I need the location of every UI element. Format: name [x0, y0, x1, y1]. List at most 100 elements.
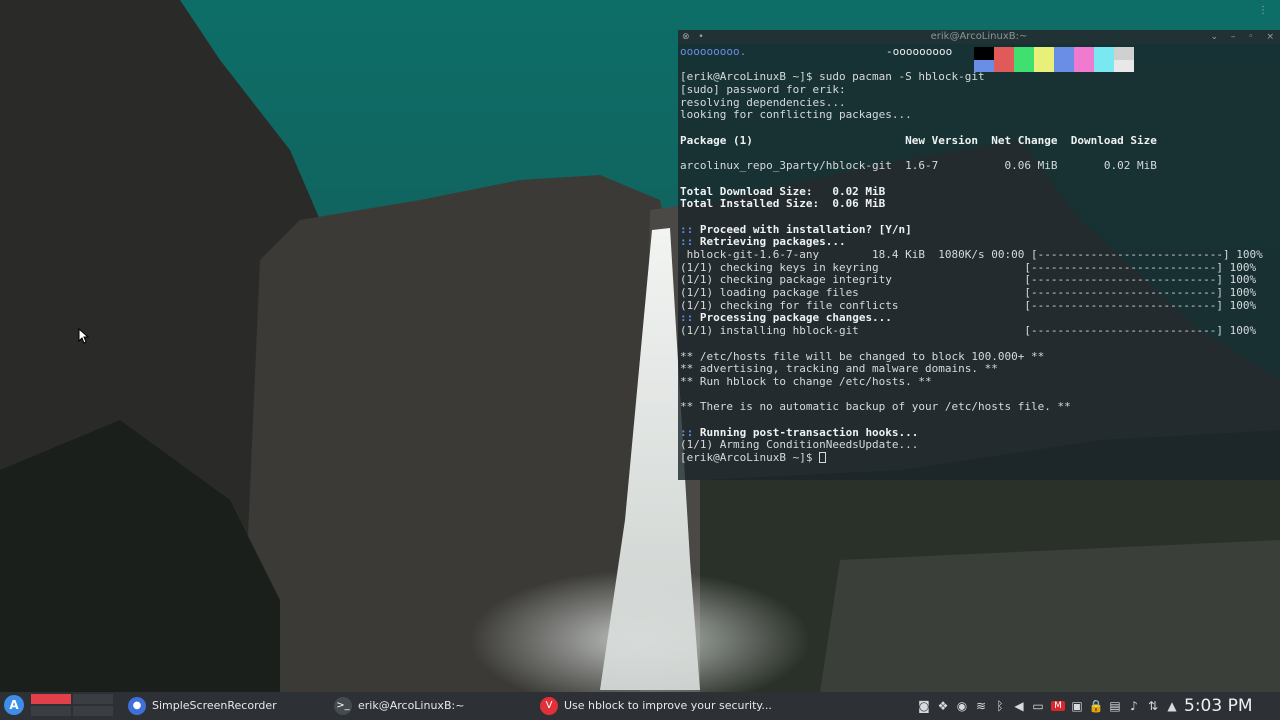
terminal-line-text: Proceed with installation? [Y/n] — [699, 222, 912, 236]
terminal-line-text: [erik@ArcoLinuxB ~]$ — [680, 451, 820, 464]
mouse-cursor-icon — [78, 328, 90, 344]
terminal-line-text: Processing package changes... — [699, 311, 892, 325]
task-label: Use hblock to improve your security... — [564, 699, 772, 712]
palette-swatch — [1034, 47, 1054, 60]
terminal-line-text: ** advertising, tracking and malware dom… — [680, 362, 998, 376]
terminal-window[interactable]: ⊗ • erik@ArcoLinuxB:~ ⌄ – ◦ × ooooooooo.… — [678, 30, 1280, 480]
neofetch-output: ooooooooo. -ooooooooo — [680, 45, 1280, 72]
palette-swatch — [1074, 47, 1094, 60]
palette-swatch — [1014, 59, 1034, 72]
terminal-line-text: [sudo] password for erik: — [680, 83, 846, 97]
terminal-line-text: arcolinux_repo_3party/hblock-git 1.6-7 0… — [680, 159, 1157, 173]
palette-swatch — [974, 59, 994, 72]
dropbox-icon[interactable]: ❖ — [934, 699, 952, 713]
terminal-line-text: (1/1) checking for file conflicts [-----… — [680, 298, 1257, 312]
palette-swatch — [1094, 59, 1114, 72]
terminal-titlebar[interactable]: ⊗ • erik@ArcoLinuxB:~ ⌄ – ◦ × — [678, 30, 1280, 44]
speaker-icon[interactable]: ♪ — [1125, 699, 1143, 713]
lock-icon[interactable]: 🔒 — [1087, 699, 1105, 713]
palette-swatch — [994, 59, 1014, 72]
vivaldi-icon: V — [540, 697, 558, 715]
keep-above-icon[interactable]: ⌄ — [1210, 32, 1218, 42]
clock[interactable]: 5:03 PM — [1184, 692, 1253, 720]
clipboard-icon[interactable]: ▤ — [1106, 699, 1124, 713]
volume-icon[interactable]: ◀ — [1010, 699, 1028, 713]
expand-tray-icon[interactable]: ▲ — [1163, 699, 1181, 713]
desktop-4[interactable] — [72, 705, 114, 717]
neofetch-logo-text: ooooooooo. — [680, 45, 747, 58]
terminal-line-text: (1/1) loading package files [-----------… — [680, 286, 1257, 300]
maximize-icon[interactable]: ◦ — [1248, 32, 1253, 42]
terminal-line-text: (1/1) checking package integrity [------… — [680, 273, 1257, 287]
palette-swatch — [1114, 59, 1134, 72]
desktop-2[interactable] — [72, 693, 114, 705]
prompt-prefix: :: — [680, 235, 700, 249]
palette-swatch — [974, 47, 994, 60]
task-label: erik@ArcoLinuxB:~ — [358, 699, 465, 712]
system-tray: ◙ ❖ ◉ ≋ ᛒ ◀ ▭ M ▣ 🔒 ▤ ♪ ⇅ ▲ — [915, 692, 1182, 720]
terminal-line: arcolinux_repo_3party/hblock-git 1.6-7 0… — [680, 159, 1280, 173]
prompt-prefix: :: — [680, 222, 700, 236]
task-label: SimpleScreenRecorder — [152, 699, 277, 712]
close-icon[interactable]: × — [1266, 32, 1274, 42]
screen-recorder-icon: ● — [128, 697, 146, 715]
palette-swatch — [1034, 59, 1054, 72]
prompt-prefix: :: — [680, 311, 700, 325]
terminal-line-text: ** /etc/hosts file will be changed to bl… — [680, 349, 1045, 363]
palette-swatch — [1074, 59, 1094, 72]
desktop-3[interactable] — [30, 705, 72, 717]
terminal-line: Package (1) New Version Net Change Downl… — [680, 133, 1280, 148]
taskbar: A ● SimpleScreenRecorder >_ erik@ArcoLinuxB… — [0, 692, 1280, 720]
terminal-line-text: ** Run hblock to change /etc/hosts. ** — [680, 374, 932, 388]
discord-icon[interactable]: ◙ — [915, 699, 933, 713]
chat-icon[interactable]: ◉ — [953, 699, 971, 713]
virtual-desktop-pager[interactable] — [30, 693, 116, 717]
terminal-line-text: Running post-transaction hooks... — [699, 425, 919, 439]
color-palette — [974, 47, 1134, 72]
desktop-toolbox-button[interactable]: ⋮ — [1256, 4, 1270, 18]
terminal-line-text: Retrieving packages... — [699, 235, 846, 249]
terminal-line-text: Total Installed Size: 0.06 MiB — [680, 197, 886, 211]
terminal-lines: [erik@ArcoLinuxB ~]$ sudo pacman -S hblo… — [680, 59, 1280, 465]
terminal-line: looking for conflicting packages... — [680, 109, 1280, 122]
terminal-line: ** Run hblock to change /etc/hosts. ** — [680, 374, 1280, 389]
palette-swatch — [1014, 47, 1034, 60]
updates-icon[interactable]: ⇅ — [1144, 699, 1162, 713]
terminal-title: erik@ArcoLinuxB:~ — [930, 31, 1028, 42]
kde-connect-icon[interactable]: ▣ — [1068, 699, 1086, 713]
battery-icon[interactable]: ▭ — [1029, 699, 1047, 713]
text-cursor[interactable] — [819, 452, 827, 463]
neofetch-separator: -ooooooooo — [886, 45, 953, 58]
terminal-line: Total Installed Size: 0.06 MiB — [680, 197, 1280, 211]
terminal-line-text: hblock-git-1.6-7-any 18.4 KiB 1080K/s 00… — [680, 248, 1263, 261]
bluetooth-icon[interactable]: ᛒ — [991, 699, 1009, 713]
task-button[interactable]: ● SimpleScreenRecorder — [128, 692, 277, 720]
terminal-line-text: Total Download Size: 0.02 MiB — [680, 184, 886, 198]
terminal-icon: >_ — [334, 697, 352, 715]
palette-swatch — [1054, 47, 1074, 60]
terminal-line: ** There is no automatic backup of your … — [680, 400, 1280, 414]
terminal-line-text: resolving dependencies... — [680, 95, 846, 109]
palette-swatch — [994, 47, 1014, 60]
terminal-line-text: ** There is no automatic backup of your … — [680, 400, 1071, 414]
terminal-line-text: [erik@ArcoLinuxB ~]$ sudo pacman -S hblo… — [680, 70, 985, 84]
terminal-line-text: (1/1) checking keys in keyring [--------… — [680, 260, 1257, 274]
palette-swatch — [1094, 47, 1114, 60]
application-launcher-icon[interactable]: A — [4, 695, 24, 715]
terminal-line-text: (1/1) Arming ConditionNeedsUpdate... — [680, 438, 919, 452]
terminal-line-text: looking for conflicting packages... — [680, 108, 912, 122]
desktop-1[interactable] — [30, 693, 72, 705]
terminal-output[interactable]: ooooooooo. -ooooooooo [erik@ArcoLinuxB ~… — [680, 45, 1280, 465]
mega-icon[interactable]: M — [1051, 701, 1065, 711]
palette-swatch — [1114, 47, 1134, 60]
terminal-line: (1/1) installing hblock-git [-----------… — [680, 324, 1280, 338]
terminal-line-text: (1/1) installing hblock-git [-----------… — [680, 324, 1257, 338]
network-icon[interactable]: ≋ — [972, 699, 990, 713]
palette-swatch — [1054, 59, 1074, 72]
terminal-line-text: Package (1) New Version Net Change Downl… — [680, 133, 1157, 147]
terminal-line: [erik@ArcoLinuxB ~]$ — [680, 451, 1280, 465]
prompt-prefix: :: — [680, 425, 700, 439]
task-button[interactable]: >_ erik@ArcoLinuxB:~ — [334, 692, 464, 720]
minimize-icon[interactable]: – — [1231, 32, 1236, 42]
task-button[interactable]: V Use hblock to improve your security... — [540, 692, 772, 720]
